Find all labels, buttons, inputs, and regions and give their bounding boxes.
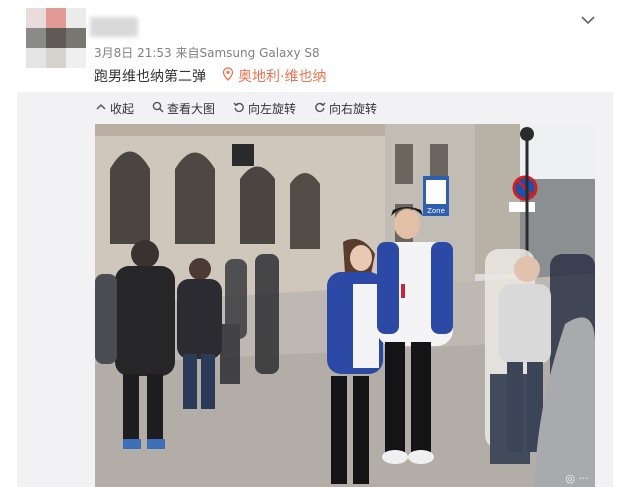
device-name[interactable]: Samsung Galaxy S8 bbox=[200, 46, 320, 60]
street-scene-image: Zone bbox=[95, 124, 595, 487]
post-photo[interactable]: Zone ◎ ··· bbox=[95, 124, 595, 487]
collapse-icon bbox=[95, 101, 107, 116]
username-blurred[interactable] bbox=[90, 17, 138, 37]
rotate-right-label: 向右旋转 bbox=[329, 101, 378, 116]
source-prefix: 来自 bbox=[175, 46, 200, 60]
avatar[interactable] bbox=[26, 8, 86, 68]
rotate-left-button[interactable]: 向左旋转 bbox=[233, 100, 296, 117]
collapse-label: 收起 bbox=[110, 101, 135, 116]
location-link[interactable]: 奥地利·维也纳 bbox=[222, 66, 326, 86]
rotate-left-icon bbox=[233, 101, 245, 116]
rotate-right-icon bbox=[314, 101, 326, 116]
chevron-down-icon[interactable] bbox=[579, 11, 597, 29]
view-large-label: 查看大图 bbox=[167, 101, 216, 116]
rotate-left-label: 向左旋转 bbox=[248, 101, 297, 116]
post-meta: 3月8日 21:53 来自Samsung Galaxy S8 bbox=[94, 44, 320, 61]
location-pin-icon bbox=[222, 67, 234, 85]
zone-sign-text: Zone bbox=[427, 207, 445, 215]
post-time[interactable]: 3月8日 21:53 bbox=[94, 46, 172, 60]
photo-watermark-icon: ◎ ··· bbox=[565, 472, 589, 485]
view-large-button[interactable]: 查看大图 bbox=[152, 100, 215, 117]
collapse-button[interactable]: 收起 bbox=[95, 100, 134, 117]
search-icon bbox=[152, 101, 164, 116]
location-label: 奥地利·维也纳 bbox=[238, 69, 327, 85]
post-text: 跑男维也纳第二弹 bbox=[94, 69, 206, 85]
rotate-right-button[interactable]: 向右旋转 bbox=[314, 100, 377, 117]
media-toolbar: 收起 查看大图 向左旋转 向右旋转 bbox=[95, 99, 395, 117]
